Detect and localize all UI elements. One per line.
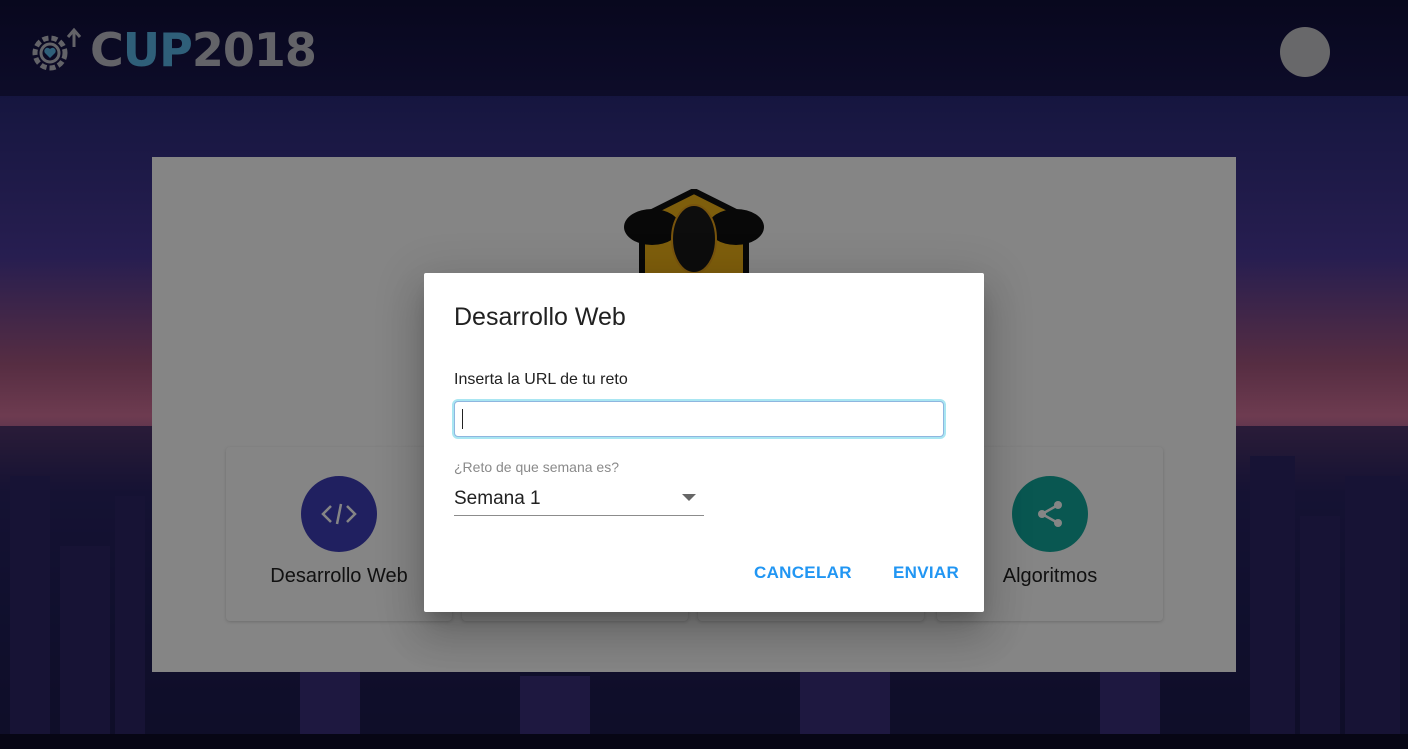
dropdown-arrow-icon bbox=[682, 494, 696, 501]
submit-button[interactable]: ENVIAR bbox=[893, 563, 959, 583]
week-select[interactable]: Semana 1 bbox=[454, 485, 704, 516]
cancel-button[interactable]: CANCELAR bbox=[754, 563, 852, 583]
week-select-label: ¿Reto de que semana es? bbox=[454, 459, 619, 475]
week-select-value: Semana 1 bbox=[454, 488, 541, 509]
url-input[interactable] bbox=[454, 401, 944, 437]
url-field-label: Inserta la URL de tu reto bbox=[454, 371, 628, 388]
submit-challenge-dialog: Desarrollo Web Inserta la URL de tu reto… bbox=[424, 273, 984, 612]
dialog-title: Desarrollo Web bbox=[454, 303, 626, 331]
text-caret bbox=[462, 409, 463, 429]
